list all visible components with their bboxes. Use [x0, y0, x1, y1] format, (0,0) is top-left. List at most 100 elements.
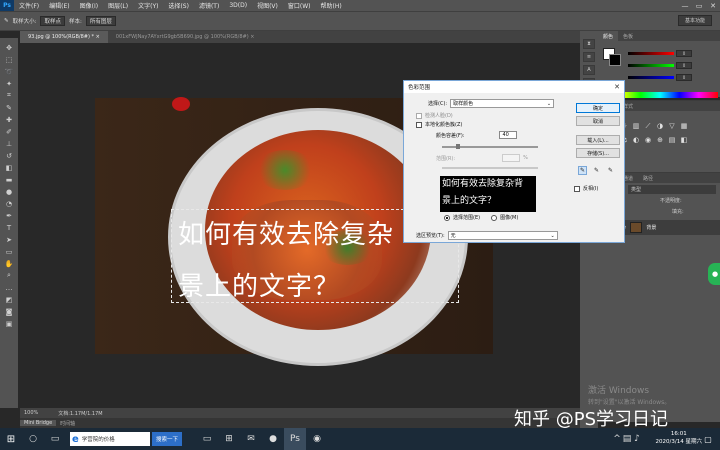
vibrance-icon[interactable]: ▽	[668, 122, 676, 130]
quick-mask-icon[interactable]: ◙	[2, 306, 16, 317]
wechat-icon[interactable]: ●	[262, 428, 284, 450]
zoom-level[interactable]: 100%	[24, 410, 38, 416]
bw-icon[interactable]: ◐	[632, 136, 640, 144]
healing-brush-icon[interactable]: ✚	[2, 114, 16, 125]
selection-radio[interactable]	[444, 214, 450, 221]
taskbar-clock[interactable]: 16:01 2020/3/14 星期六	[656, 430, 702, 446]
eyedropper-minus-icon[interactable]: ✎	[606, 166, 615, 175]
tab-document-2[interactable]: 001xFWJNay7AYxrtG9gb5B690.jpg @ 100%(RGB…	[107, 31, 263, 43]
pen-tool-icon[interactable]: ✒	[2, 210, 16, 221]
shape-tool-icon[interactable]: ▭	[2, 246, 16, 257]
sample-select[interactable]: 所有图层	[85, 16, 116, 26]
tab-timeline[interactable]: 时间轴	[56, 420, 79, 427]
search-button[interactable]: 搜索一下	[152, 432, 182, 446]
zoom-tool-icon[interactable]: ⌕	[2, 270, 16, 281]
store-icon[interactable]: ⊞	[218, 428, 240, 450]
path-select-icon[interactable]: ➤	[2, 234, 16, 245]
more-tools-icon[interactable]: …	[2, 282, 16, 293]
menu-window[interactable]: 窗口(W)	[283, 1, 316, 10]
blue-slider[interactable]	[628, 76, 674, 79]
dialog-close-icon[interactable]: ✕	[614, 83, 620, 91]
menu-view[interactable]: 视图(V)	[252, 1, 283, 10]
crop-tool-icon[interactable]: ⌗	[2, 90, 16, 101]
character-panel-icon[interactable]: A	[583, 65, 595, 75]
hue-icon[interactable]: ▦	[680, 122, 688, 130]
fuzziness-input[interactable]: 40	[499, 131, 518, 139]
browser-search-box[interactable]: e 学营院的价格	[70, 432, 150, 446]
load-button[interactable]: 载入(L)...	[576, 135, 620, 145]
eyedropper-icon[interactable]: ✎	[2, 102, 16, 113]
invert-checkbox[interactable]	[574, 185, 580, 192]
close-icon[interactable]: ✕	[706, 0, 720, 11]
red-value[interactable]: 0	[676, 50, 692, 57]
eyedropper-plus-icon[interactable]: ✎	[592, 166, 601, 175]
green-slider[interactable]	[628, 64, 674, 67]
mixer-icon[interactable]: ⊕	[656, 136, 664, 144]
tab-color[interactable]: 颜色	[598, 31, 619, 41]
properties-panel-icon[interactable]: ≡	[583, 52, 595, 62]
exposure-icon[interactable]: ◑	[656, 122, 664, 130]
tab-mini-bridge[interactable]: Mini Bridge	[20, 420, 57, 426]
menu-filter[interactable]: 滤镜(T)	[194, 1, 224, 10]
green-value[interactable]: 0	[676, 62, 692, 69]
notification-icon[interactable]: ▢	[702, 432, 714, 446]
curves-icon[interactable]: ⟋	[644, 122, 652, 130]
background-color-swatch[interactable]	[609, 54, 621, 66]
dialog-titlebar[interactable]: 色彩范围 ✕	[404, 81, 624, 93]
lookup-icon[interactable]: ▤	[668, 136, 676, 144]
menu-select[interactable]: 选择(S)	[163, 1, 194, 10]
menu-layer[interactable]: 图层(L)	[103, 1, 133, 10]
selection-preview-dropdown[interactable]: 无 ⌄	[447, 231, 558, 240]
maximize-icon[interactable]: ▭	[692, 0, 706, 11]
tab-paths[interactable]: 路径	[638, 173, 658, 183]
blur-tool-icon[interactable]: ●	[2, 186, 16, 197]
brush-tool-icon[interactable]: ✐	[2, 126, 16, 137]
levels-icon[interactable]: ▥	[632, 122, 640, 130]
minimize-icon[interactable]: —	[678, 0, 692, 11]
select-dropdown[interactable]: 取样颜色 ⌄	[450, 99, 555, 108]
ok-button[interactable]: 确定	[576, 103, 620, 113]
image-radio[interactable]	[491, 214, 498, 221]
network-icon[interactable]: ▤	[622, 428, 632, 450]
hand-tool-icon[interactable]: ✋	[2, 258, 16, 269]
cancel-button[interactable]: 取消	[576, 116, 620, 126]
move-tool-icon[interactable]: ✥	[2, 42, 16, 53]
screen-mode-icon[interactable]: ▣	[2, 318, 16, 329]
eraser-tool-icon[interactable]: ◧	[2, 162, 16, 173]
windows-start-icon[interactable]: ⊞	[0, 428, 22, 450]
menu-type[interactable]: 文字(Y)	[133, 1, 163, 10]
fuzziness-thumb[interactable]	[456, 144, 460, 149]
photo-filter-icon[interactable]: ◉	[644, 136, 652, 144]
file-explorer-icon[interactable]: ▭	[196, 428, 218, 450]
marquee-tool-icon[interactable]: ⬚	[2, 54, 16, 65]
menu-help[interactable]: 帮助(H)	[316, 1, 347, 10]
layer-row-background[interactable]: 👁 背景	[616, 220, 720, 235]
menu-edit[interactable]: 编辑(E)	[44, 1, 74, 10]
blue-value[interactable]: 0	[676, 74, 692, 81]
detect-faces-checkbox[interactable]	[416, 112, 422, 119]
invert-icon[interactable]: ◧	[680, 136, 688, 144]
task-view-icon[interactable]: ▭	[44, 428, 66, 450]
gradient-tool-icon[interactable]: ▬	[2, 174, 16, 185]
magic-wand-icon[interactable]: ✦	[2, 78, 16, 89]
mail-icon[interactable]: ✉	[240, 428, 262, 450]
type-tool-icon[interactable]: T	[2, 222, 16, 233]
dodge-tool-icon[interactable]: ◔	[2, 198, 16, 209]
tab-document-93[interactable]: 93.jpg @ 100%(RGB/8#) * ×	[20, 31, 108, 43]
workspace-select[interactable]: 基本功能	[678, 15, 712, 26]
layer-filter-select[interactable]: 类型	[628, 185, 716, 194]
history-panel-icon[interactable]: ⧗	[583, 39, 595, 49]
sample-size-select[interactable]: 取样点	[40, 16, 65, 26]
app-icon[interactable]: ◉	[306, 428, 328, 450]
save-button[interactable]: 存储(S)...	[576, 148, 620, 158]
color-swatches-icon[interactable]: ◩	[2, 294, 16, 305]
cortana-icon[interactable]: ○	[22, 428, 44, 450]
floating-green-button[interactable]: ●	[708, 263, 720, 285]
history-brush-icon[interactable]: ↺	[2, 150, 16, 161]
range-slider[interactable]	[442, 167, 538, 169]
range-input[interactable]	[502, 154, 521, 162]
lasso-tool-icon[interactable]: ➰	[2, 66, 16, 77]
eyedropper-tool-icon[interactable]: ✎	[4, 18, 9, 24]
stamp-tool-icon[interactable]: ⊥	[2, 138, 16, 149]
volume-icon[interactable]: ♪	[632, 428, 642, 450]
